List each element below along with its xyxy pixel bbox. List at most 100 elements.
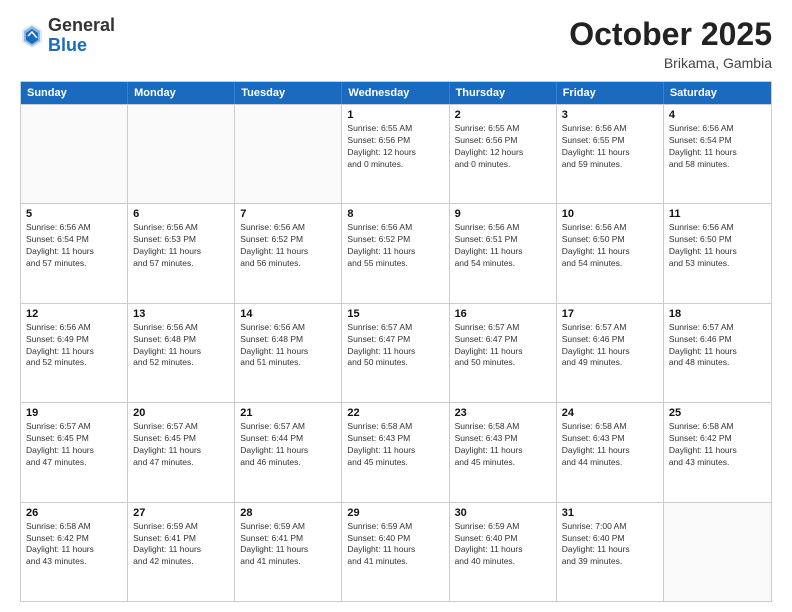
header: General Blue October 2025 Brikama, Gambi…: [20, 16, 772, 71]
calendar-header: SundayMondayTuesdayWednesdayThursdayFrid…: [21, 82, 771, 104]
day-number: 10: [562, 208, 658, 220]
day-number: 15: [347, 308, 443, 320]
day-number: 27: [133, 507, 229, 519]
weekday-header-monday: Monday: [128, 82, 235, 104]
day-number: 23: [455, 407, 551, 419]
cal-cell: 26 Sunrise: 6:58 AM Sunset: 6:42 PM Dayli…: [21, 503, 128, 601]
day-number: 5: [26, 208, 122, 220]
day-number: 31: [562, 507, 658, 519]
week-row-3: 12 Sunrise: 6:56 AM Sunset: 6:49 PM Dayli…: [21, 303, 771, 402]
cal-cell: 31 Sunrise: 7:00 AM Sunset: 6:40 PM Dayli…: [557, 503, 664, 601]
day-number: 4: [669, 109, 766, 121]
day-info: Sunrise: 6:58 AM Sunset: 6:43 PM Dayligh…: [562, 421, 658, 469]
week-row-4: 19 Sunrise: 6:57 AM Sunset: 6:45 PM Dayli…: [21, 402, 771, 501]
cal-cell: 28 Sunrise: 6:59 AM Sunset: 6:41 PM Dayli…: [235, 503, 342, 601]
day-info: Sunrise: 6:56 AM Sunset: 6:49 PM Dayligh…: [26, 322, 122, 370]
cal-cell: 8Sunrise: 6:56 AM Sunset: 6:52 PM Daylig…: [342, 204, 449, 302]
day-number: 17: [562, 308, 658, 320]
cal-cell: 20Sunrise: 6:57 AM Sunset: 6:45 PM Dayli…: [128, 403, 235, 501]
day-info: Sunrise: 6:56 AM Sunset: 6:54 PM Dayligh…: [26, 222, 122, 270]
cal-cell: 22 Sunrise: 6:58 AM Sunset: 6:43 PM Dayli…: [342, 403, 449, 501]
day-info: Sunrise: 6:59 AM Sunset: 6:41 PM Dayligh…: [133, 521, 229, 569]
day-info: Sunrise: 6:55 AM Sunset: 6:56 PM Dayligh…: [455, 123, 551, 171]
cal-cell: 5 Sunrise: 6:56 AM Sunset: 6:54 PM Daylig…: [21, 204, 128, 302]
page: General Blue October 2025 Brikama, Gambi…: [0, 0, 792, 612]
cal-cell: [21, 105, 128, 203]
day-number: 2: [455, 109, 551, 121]
day-info: Sunrise: 6:56 AM Sunset: 6:50 PM Dayligh…: [562, 222, 658, 270]
cal-cell: 2 Sunrise: 6:55 AM Sunset: 6:56 PM Daylig…: [450, 105, 557, 203]
day-info: Sunrise: 6:56 AM Sunset: 6:50 PM Dayligh…: [669, 222, 766, 270]
day-info: Sunrise: 6:56 AM Sunset: 6:51 PM Dayligh…: [455, 222, 551, 270]
cal-cell: 19 Sunrise: 6:57 AM Sunset: 6:45 PM Dayli…: [21, 403, 128, 501]
day-info: Sunrise: 6:58 AM Sunset: 6:43 PM Dayligh…: [455, 421, 551, 469]
cal-cell: [128, 105, 235, 203]
day-number: 25: [669, 407, 766, 419]
day-number: 19: [26, 407, 122, 419]
day-info: Sunrise: 6:57 AM Sunset: 6:45 PM Dayligh…: [133, 421, 229, 469]
cal-cell: 7Sunrise: 6:56 AM Sunset: 6:52 PM Daylig…: [235, 204, 342, 302]
day-info: Sunrise: 6:59 AM Sunset: 6:40 PM Dayligh…: [347, 521, 443, 569]
day-info: Sunrise: 6:59 AM Sunset: 6:41 PM Dayligh…: [240, 521, 336, 569]
logo-icon: [20, 22, 44, 50]
cal-cell: 16Sunrise: 6:57 AM Sunset: 6:47 PM Dayli…: [450, 304, 557, 402]
day-info: Sunrise: 6:57 AM Sunset: 6:45 PM Dayligh…: [26, 421, 122, 469]
cal-cell: [664, 503, 771, 601]
cal-cell: 23 Sunrise: 6:58 AM Sunset: 6:43 PM Dayli…: [450, 403, 557, 501]
day-number: 24: [562, 407, 658, 419]
cal-cell: 30Sunrise: 6:59 AM Sunset: 6:40 PM Dayli…: [450, 503, 557, 601]
day-number: 30: [455, 507, 551, 519]
day-info: Sunrise: 6:58 AM Sunset: 6:42 PM Dayligh…: [669, 421, 766, 469]
week-row-1: 1Sunrise: 6:55 AM Sunset: 6:56 PM Daylig…: [21, 104, 771, 203]
cal-cell: 13 Sunrise: 6:56 AM Sunset: 6:48 PM Dayli…: [128, 304, 235, 402]
cal-cell: 1Sunrise: 6:55 AM Sunset: 6:56 PM Daylig…: [342, 105, 449, 203]
day-info: Sunrise: 6:56 AM Sunset: 6:52 PM Dayligh…: [240, 222, 336, 270]
day-number: 12: [26, 308, 122, 320]
day-number: 22: [347, 407, 443, 419]
cal-cell: 18 Sunrise: 6:57 AM Sunset: 6:46 PM Dayli…: [664, 304, 771, 402]
cal-cell: 3Sunrise: 6:56 AM Sunset: 6:55 PM Daylig…: [557, 105, 664, 203]
cal-cell: 9Sunrise: 6:56 AM Sunset: 6:51 PM Daylig…: [450, 204, 557, 302]
cal-cell: 25 Sunrise: 6:58 AM Sunset: 6:42 PM Dayli…: [664, 403, 771, 501]
day-info: Sunrise: 6:55 AM Sunset: 6:56 PM Dayligh…: [347, 123, 443, 171]
week-row-5: 26 Sunrise: 6:58 AM Sunset: 6:42 PM Dayli…: [21, 502, 771, 601]
cal-cell: 10 Sunrise: 6:56 AM Sunset: 6:50 PM Dayli…: [557, 204, 664, 302]
logo-general-text: General: [48, 15, 115, 35]
location: Brikama, Gambia: [569, 55, 772, 71]
day-number: 6: [133, 208, 229, 220]
day-info: Sunrise: 6:56 AM Sunset: 6:55 PM Dayligh…: [562, 123, 658, 171]
day-info: Sunrise: 6:56 AM Sunset: 6:48 PM Dayligh…: [133, 322, 229, 370]
weekday-header-friday: Friday: [557, 82, 664, 104]
day-info: Sunrise: 6:56 AM Sunset: 6:48 PM Dayligh…: [240, 322, 336, 370]
cal-cell: 15 Sunrise: 6:57 AM Sunset: 6:47 PM Dayli…: [342, 304, 449, 402]
day-info: Sunrise: 6:57 AM Sunset: 6:47 PM Dayligh…: [455, 322, 551, 370]
day-number: 8: [347, 208, 443, 220]
day-number: 13: [133, 308, 229, 320]
cal-cell: 4Sunrise: 6:56 AM Sunset: 6:54 PM Daylig…: [664, 105, 771, 203]
weekday-header-wednesday: Wednesday: [342, 82, 449, 104]
title-block: October 2025 Brikama, Gambia: [569, 16, 772, 71]
cal-cell: 21 Sunrise: 6:57 AM Sunset: 6:44 PM Dayli…: [235, 403, 342, 501]
day-info: Sunrise: 6:57 AM Sunset: 6:44 PM Dayligh…: [240, 421, 336, 469]
weekday-header-sunday: Sunday: [21, 82, 128, 104]
day-number: 18: [669, 308, 766, 320]
weekday-header-thursday: Thursday: [450, 82, 557, 104]
day-number: 28: [240, 507, 336, 519]
cal-cell: 17 Sunrise: 6:57 AM Sunset: 6:46 PM Dayli…: [557, 304, 664, 402]
cal-cell: 27 Sunrise: 6:59 AM Sunset: 6:41 PM Dayli…: [128, 503, 235, 601]
day-number: 11: [669, 208, 766, 220]
day-info: Sunrise: 6:58 AM Sunset: 6:43 PM Dayligh…: [347, 421, 443, 469]
month-title: October 2025: [569, 16, 772, 53]
weekday-header-tuesday: Tuesday: [235, 82, 342, 104]
day-info: Sunrise: 6:58 AM Sunset: 6:42 PM Dayligh…: [26, 521, 122, 569]
cal-cell: 11 Sunrise: 6:56 AM Sunset: 6:50 PM Dayli…: [664, 204, 771, 302]
calendar-body: 1Sunrise: 6:55 AM Sunset: 6:56 PM Daylig…: [21, 104, 771, 601]
day-number: 21: [240, 407, 336, 419]
day-info: Sunrise: 6:57 AM Sunset: 6:47 PM Dayligh…: [347, 322, 443, 370]
cal-cell: 29Sunrise: 6:59 AM Sunset: 6:40 PM Dayli…: [342, 503, 449, 601]
day-info: Sunrise: 6:57 AM Sunset: 6:46 PM Dayligh…: [562, 322, 658, 370]
day-number: 26: [26, 507, 122, 519]
day-info: Sunrise: 6:57 AM Sunset: 6:46 PM Dayligh…: [669, 322, 766, 370]
day-info: Sunrise: 7:00 AM Sunset: 6:40 PM Dayligh…: [562, 521, 658, 569]
logo-blue-text: Blue: [48, 35, 87, 55]
